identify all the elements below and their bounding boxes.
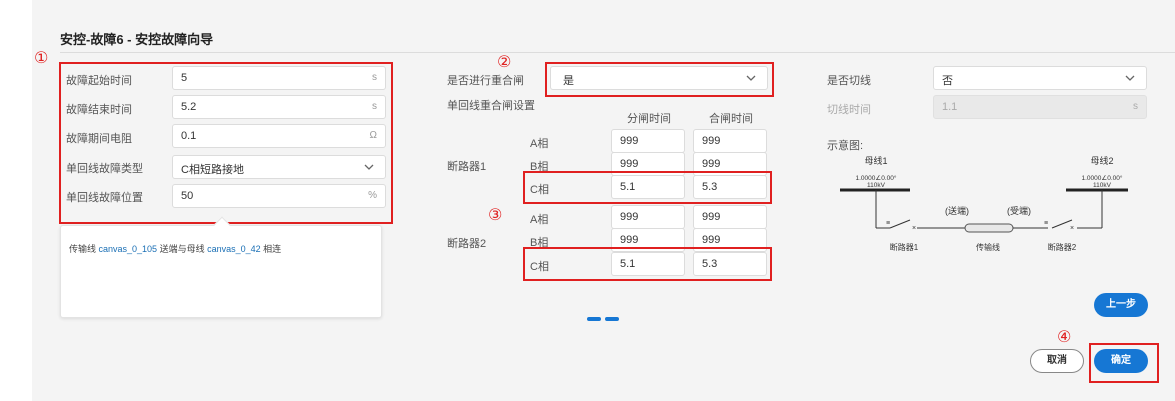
cut-time-unit: s: [1133, 101, 1138, 112]
pager-dot-1[interactable]: [587, 317, 601, 321]
bus2-value: 1.0000∠0.00°: [1082, 174, 1123, 182]
col-close-time: 合闸时间: [709, 113, 753, 125]
breaker2-phase-a: A相: [530, 214, 549, 226]
info-card: 传输线 canvas_0_105 送端与母线 canvas_0_42 相连: [60, 216, 382, 318]
breaker1-label: 断路器1: [447, 161, 487, 173]
bus1-kv: 110kV: [867, 182, 886, 189]
highlight-box-1: [59, 62, 393, 224]
breaker2-label: 断路器2: [447, 238, 487, 250]
page-title: 安控-故障6 - 安控故障向导: [60, 32, 214, 47]
annotation-marker-1: ①: [34, 50, 49, 67]
cell-value: 999: [620, 211, 639, 223]
cell-value: 999: [620, 135, 639, 147]
highlight-box-2: [545, 62, 774, 97]
schematic-diagram: 母线1 1.0000∠0.00° 110kV 母线2 1.0000∠0.00° …: [840, 155, 1128, 252]
breaker2-a-close-input[interactable]: 999: [693, 205, 767, 229]
breaker1-a-open-input[interactable]: 999: [611, 129, 685, 153]
breaker1-caption: 断路器1: [890, 242, 919, 252]
cell-value: 999: [702, 135, 721, 147]
recv-end-label: (受端): [1007, 205, 1031, 216]
send-end-label: (送端): [945, 205, 969, 216]
cancel-button[interactable]: 取消: [1030, 349, 1084, 373]
annotation-marker-4: ④: [1057, 329, 1072, 346]
bus1-label: 母线1: [864, 155, 887, 166]
info-suffix: 相连: [260, 244, 282, 254]
col-open-time: 分闸时间: [627, 113, 671, 125]
annotation-marker-2: ②: [497, 54, 512, 71]
annotation-marker-3: ③: [488, 207, 503, 224]
cut-line-label: 是否切线: [827, 75, 871, 87]
cut-time-value: 1.1: [942, 101, 958, 113]
cut-time-label: 切线时间: [827, 104, 871, 116]
highlight-box-3b: [523, 247, 772, 281]
line-link[interactable]: canvas_0_105: [99, 244, 158, 254]
highlight-box-4: [1089, 343, 1159, 383]
pager-dot-2[interactable]: [605, 317, 619, 321]
line-caption: 传输线: [976, 242, 1000, 252]
breaker1-a-close-input[interactable]: 999: [693, 129, 767, 153]
breaker1-phase-a: A相: [530, 138, 549, 150]
cell-value: 999: [620, 158, 639, 170]
breaker2-a-open-input[interactable]: 999: [611, 205, 685, 229]
info-text: 传输线 canvas_0_105 送端与母线 canvas_0_42 相连: [69, 242, 281, 255]
cell-value: 999: [702, 211, 721, 223]
breaker2-glyph: ≡: [1044, 220, 1048, 227]
bus2-label: 母线2: [1090, 155, 1113, 166]
title-divider: [60, 52, 1175, 53]
reclose-label: 是否进行重合闸: [447, 75, 524, 87]
breaker2-caption: 断路器2: [1048, 242, 1077, 252]
cell-value: 999: [702, 234, 721, 246]
cell-value: 999: [620, 234, 639, 246]
reclose-settings-label: 单回线重合闸设置: [447, 100, 535, 112]
bus1-value: 1.0000∠0.00°: [856, 174, 897, 182]
breaker1-switch: [889, 219, 911, 229]
breaker1-glyph: ≡: [886, 220, 890, 227]
prev-step-button[interactable]: 上一步: [1094, 293, 1148, 317]
highlight-box-3a: [523, 171, 772, 204]
breaker1-x: ×: [912, 225, 916, 232]
bus2-kv: 110kV: [1093, 182, 1112, 189]
transmission-line-symbol: [964, 223, 1014, 233]
info-prefix: 传输线: [69, 244, 99, 254]
breaker2-x: ×: [1070, 225, 1074, 232]
chevron-down-icon: [1125, 75, 1135, 81]
cell-value: 999: [702, 158, 721, 170]
bus-link[interactable]: canvas_0_42: [207, 244, 261, 254]
cut-line-select[interactable]: 否: [933, 66, 1147, 90]
breaker2-switch: [1051, 219, 1073, 229]
info-mid: 送端与母线: [157, 244, 208, 254]
cut-time-input[interactable]: 1.1 s: [933, 95, 1147, 119]
cut-line-value: 否: [942, 75, 953, 87]
